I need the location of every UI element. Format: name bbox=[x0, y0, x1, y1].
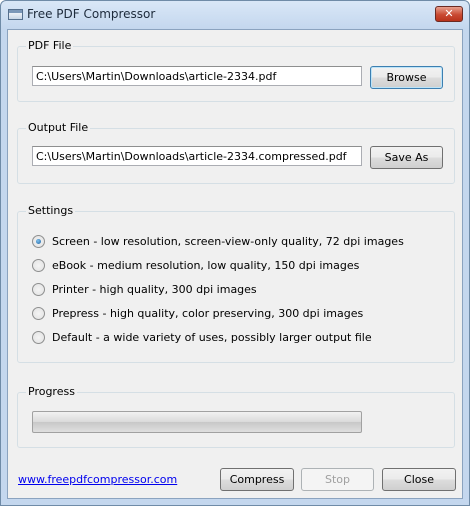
save-as-button[interactable]: Save As bbox=[370, 146, 443, 169]
website-link[interactable]: www.freepdfcompressor.com bbox=[18, 473, 177, 486]
radio-label: Printer - high quality, 300 dpi images bbox=[52, 283, 257, 296]
radio-button[interactable] bbox=[32, 307, 45, 320]
progress-group: Progress bbox=[17, 385, 455, 448]
output-file-group-title: Output File bbox=[26, 121, 91, 134]
radio-label: Prepress - high quality, color preservin… bbox=[52, 307, 364, 320]
radio-button[interactable] bbox=[32, 235, 45, 248]
progress-bar bbox=[32, 411, 362, 433]
radio-label: Default - a wide variety of uses, possib… bbox=[52, 331, 372, 344]
radio-button[interactable] bbox=[32, 283, 45, 296]
browse-button[interactable]: Browse bbox=[370, 66, 443, 89]
pdf-file-group: PDF File C:\Users\Martin\Downloads\artic… bbox=[17, 39, 455, 102]
stop-button[interactable]: Stop bbox=[301, 468, 374, 491]
pdf-file-input[interactable]: C:\Users\Martin\Downloads\article-2334.p… bbox=[32, 66, 362, 86]
radio-label: Screen - low resolution, screen-view-onl… bbox=[52, 235, 404, 248]
window-icon bbox=[8, 9, 23, 20]
window-close-button[interactable]: ✕ bbox=[435, 6, 463, 22]
output-file-input[interactable]: C:\Users\Martin\Downloads\article-2334.c… bbox=[32, 146, 362, 166]
radio-label: eBook - medium resolution, low quality, … bbox=[52, 259, 360, 272]
close-button[interactable]: Close bbox=[382, 468, 456, 491]
title-bar[interactable]: Free PDF Compressor ✕ bbox=[1, 1, 469, 29]
settings-group: Settings Screen - low resolution, screen… bbox=[17, 204, 455, 363]
window-title: Free PDF Compressor bbox=[27, 7, 156, 21]
radio-button[interactable] bbox=[32, 259, 45, 272]
settings-group-title: Settings bbox=[26, 204, 76, 217]
radio-button[interactable] bbox=[32, 331, 45, 344]
pdf-file-group-title: PDF File bbox=[26, 39, 74, 52]
client-area: PDF File C:\Users\Martin\Downloads\artic… bbox=[7, 29, 463, 499]
compress-button[interactable]: Compress bbox=[220, 468, 294, 491]
app-window: Free PDF Compressor ✕ PDF File C:\Users\… bbox=[0, 0, 470, 506]
progress-group-title: Progress bbox=[26, 385, 77, 398]
output-file-group: Output File C:\Users\Martin\Downloads\ar… bbox=[17, 121, 455, 184]
